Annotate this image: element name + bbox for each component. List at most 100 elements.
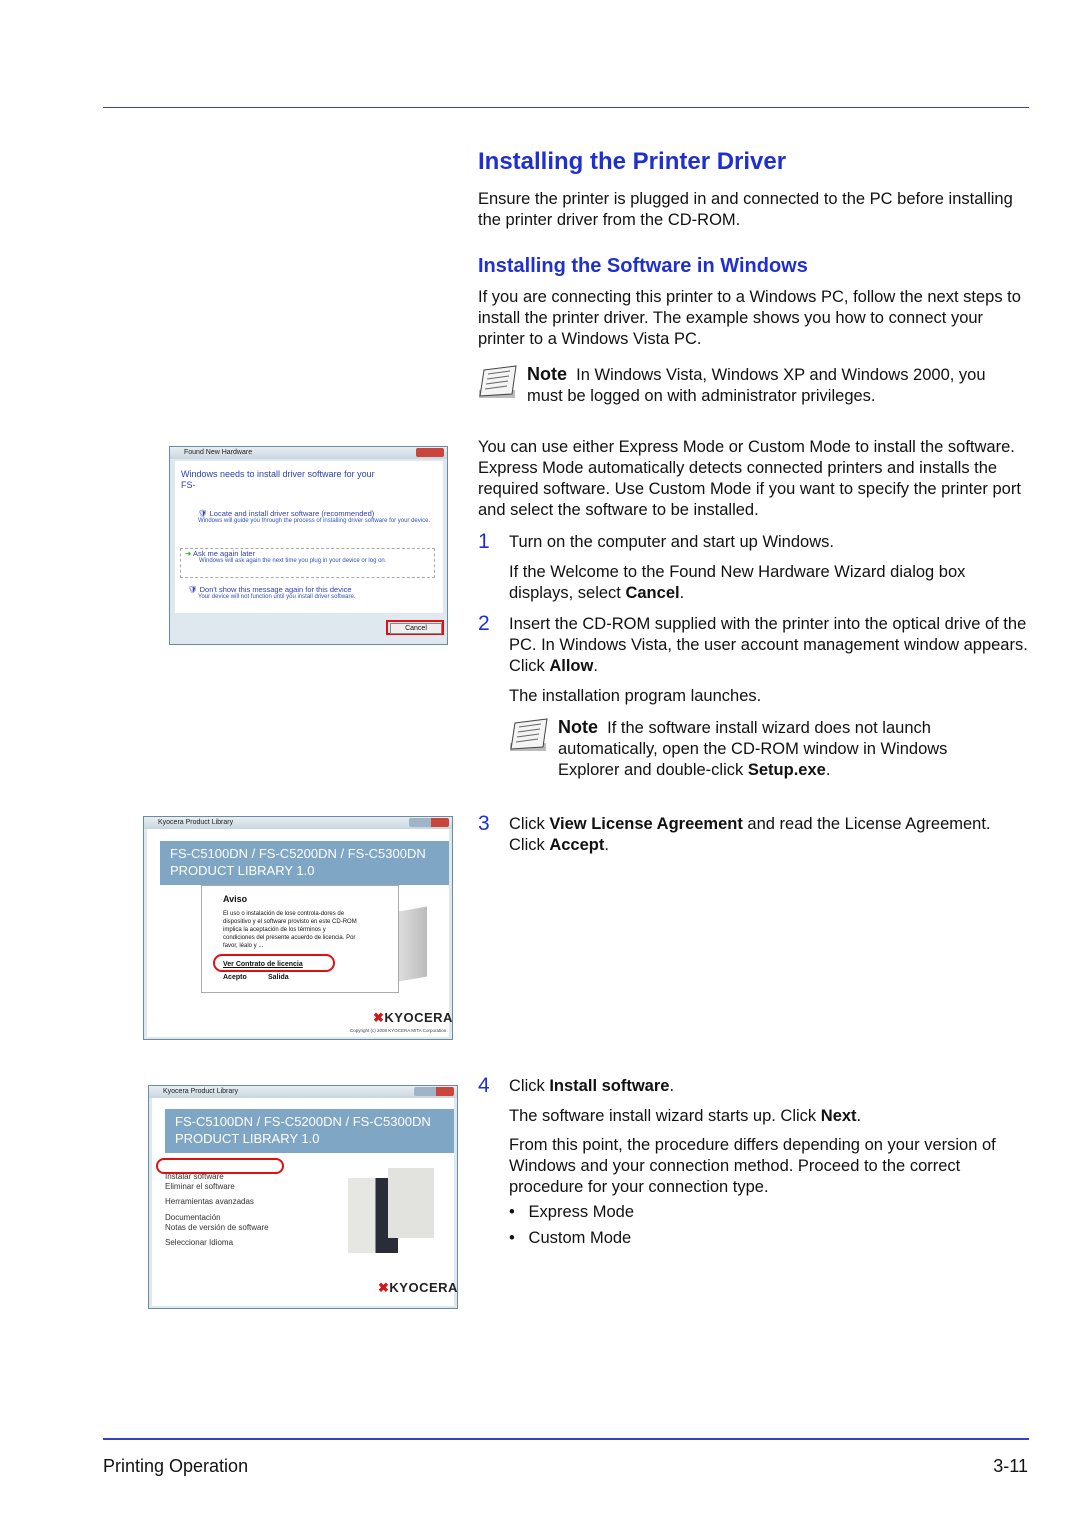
window-controls (409, 818, 449, 827)
text: . (604, 836, 609, 854)
option-dont-show[interactable]: 🛡 Don't show this message again for this… (180, 585, 435, 600)
para-1: If you are connecting this printer to a … (478, 288, 1021, 348)
bold-text: Cancel (625, 584, 680, 602)
note-icon (479, 365, 517, 398)
found-new-hardware-screenshot: Found New Hardware Windows needs to inst… (169, 446, 448, 645)
text: Windows will ask again the next time you… (199, 558, 387, 564)
text: If the Welcome to the Found New Hardware… (509, 563, 966, 602)
option-ask-later[interactable]: ➜ Ask me again later Windows will ask aga… (180, 548, 435, 578)
list-item: • Express Mode (509, 1203, 634, 1221)
step-number: 2 (478, 612, 490, 635)
license-dialog: Aviso El uso o instalación de lose contr… (201, 885, 399, 993)
printer-image (399, 906, 427, 982)
text: Click (509, 815, 550, 833)
bold-text: Setup.exe (747, 761, 826, 779)
bold-text: Allow (549, 657, 594, 675)
dialog-heading: Windows needs to install driver software… (181, 469, 375, 491)
exit-button[interactable]: Salida (268, 974, 289, 981)
header-rule (103, 107, 1029, 108)
arrow-icon: ➜ (185, 549, 192, 558)
step-2-text: Insert the CD-ROM supplied with the prin… (509, 614, 1029, 677)
text: Ask me again later (192, 549, 256, 558)
list-item: • Custom Mode (509, 1229, 632, 1247)
section-title: Installing the Software in Windows (478, 255, 808, 277)
intro-text: Ensure the printer is plugged in and con… (478, 190, 1013, 229)
step-1-sub: If the Welcome to the Found New Hardware… (509, 562, 1024, 604)
license-screenshot: Kyocera Product Library FS-C5100DN / FS-… (143, 816, 453, 1040)
text: FS-C5100DN / FS-C5200DN / FS-C5300DN (170, 846, 426, 861)
window-titlebar: Kyocera Product Library (149, 1086, 457, 1098)
window-title: Kyocera Product Library (163, 1088, 239, 1095)
para-2: You can use either Express Mode or Custo… (478, 438, 1021, 519)
menu-documentation[interactable]: Documentación (165, 1213, 221, 1223)
text: Click (509, 1077, 550, 1095)
close-icon (416, 448, 444, 457)
window-body: FS-C5100DN / FS-C5200DN / FS-C5300DN PROD… (147, 829, 452, 1037)
page: Installing the Printer Driver Ensure the… (0, 0, 1080, 1527)
mode-list: • Express Mode • Custom Mode (509, 1202, 634, 1249)
bold-text: View License Agreement (549, 815, 743, 833)
step-number: 4 (478, 1074, 490, 1097)
window-body: FS-C5100DN / FS-C5200DN / FS-C5300DN PROD… (152, 1098, 457, 1306)
option-locate[interactable]: 🛡 Locate and install driver software (re… (180, 509, 435, 545)
menu-select-language[interactable]: Seleccionar Idioma (165, 1238, 233, 1248)
dialog-heading: Aviso (223, 894, 248, 904)
page-number: 3-11 (993, 1456, 1028, 1476)
step-4-sub1: The software install wizard starts up. C… (509, 1106, 861, 1127)
copyright: Copyright (c) 2008 KYOCERA MITA Corporat… (350, 1028, 447, 1033)
note-label: Note (527, 364, 567, 384)
step-3-text: Click View License Agreement and read th… (509, 814, 1029, 856)
bold-text: Install software (549, 1077, 670, 1095)
kyocera-logo: ✖KYOCERA (373, 1010, 453, 1025)
text: Custom Mode (528, 1229, 632, 1247)
dialog-body: Windows needs to install driver software… (175, 461, 443, 613)
window-controls (414, 1087, 454, 1096)
text: . (669, 1077, 675, 1095)
product-banner: FS-C5100DN / FS-C5200DN / FS-C5300DN PROD… (165, 1109, 454, 1153)
text: FS- (181, 480, 196, 490)
note-label: Note (558, 717, 598, 737)
text: Express Mode (528, 1203, 634, 1221)
window-titlebar: Kyocera Product Library (144, 817, 452, 829)
window-title: Kyocera Product Library (158, 819, 234, 826)
text: . (825, 761, 831, 779)
text: Locate and install driver software (reco… (209, 509, 375, 518)
menu-release-notes[interactable]: Notas de versión de software (165, 1223, 269, 1233)
cancel-button[interactable]: Cancel (390, 623, 442, 634)
footer-section: Printing Operation (103, 1456, 249, 1476)
product-library-screenshot: Kyocera Product Library FS-C5100DN / FS-… (148, 1085, 458, 1309)
page-title: Installing the Printer Driver (478, 148, 787, 175)
kyocera-logo: ✖KYOCERA (378, 1280, 458, 1295)
text: FS-C5100DN / FS-C5200DN / FS-C5300DN (175, 1114, 431, 1129)
window-title: Found New Hardware (184, 449, 253, 456)
license-text: El uso o instalación de lose controla-do… (223, 911, 357, 949)
step-number: 1 (478, 530, 490, 553)
bold-text: Next (820, 1107, 857, 1125)
text: . (856, 1107, 862, 1125)
accept-button[interactable]: Acepto (223, 974, 247, 981)
note-icon (510, 718, 548, 751)
note-2: Note If the software install wizard does… (558, 717, 998, 781)
note-text: In Windows Vista, Windows XP and Windows… (527, 366, 986, 405)
text: Your device will not function until you … (198, 594, 356, 600)
text: Windows will guide you through the proce… (198, 518, 431, 524)
step-4-text: Click Install software. (509, 1076, 674, 1097)
step-1-text: Turn on the computer and start up Window… (509, 533, 834, 551)
note-1: Note In Windows Vista, Windows XP and Wi… (527, 364, 1017, 407)
printer-image-side (388, 1168, 434, 1238)
footer-rule (103, 1438, 1029, 1440)
text: PRODUCT LIBRARY 1.0 (175, 1131, 320, 1146)
step-2-sub: The installation program launches. (509, 687, 762, 705)
window-titlebar: Found New Hardware (170, 447, 447, 459)
text: . (679, 584, 685, 602)
menu-advanced-tools[interactable]: Herramientas avanzadas (165, 1197, 254, 1207)
text: Windows needs to install driver software… (181, 469, 375, 479)
bold-text: Accept (549, 836, 605, 854)
menu-remove-software[interactable]: Eliminar el software (165, 1182, 235, 1192)
menu-install-software[interactable]: Instalar software (165, 1172, 224, 1182)
step-number: 3 (478, 812, 490, 835)
product-banner: FS-C5100DN / FS-C5200DN / FS-C5300DN PROD… (160, 841, 449, 885)
license-highlight (213, 954, 335, 972)
text: Don't show this message again for this d… (199, 585, 352, 594)
text: PRODUCT LIBRARY 1.0 (170, 863, 315, 878)
